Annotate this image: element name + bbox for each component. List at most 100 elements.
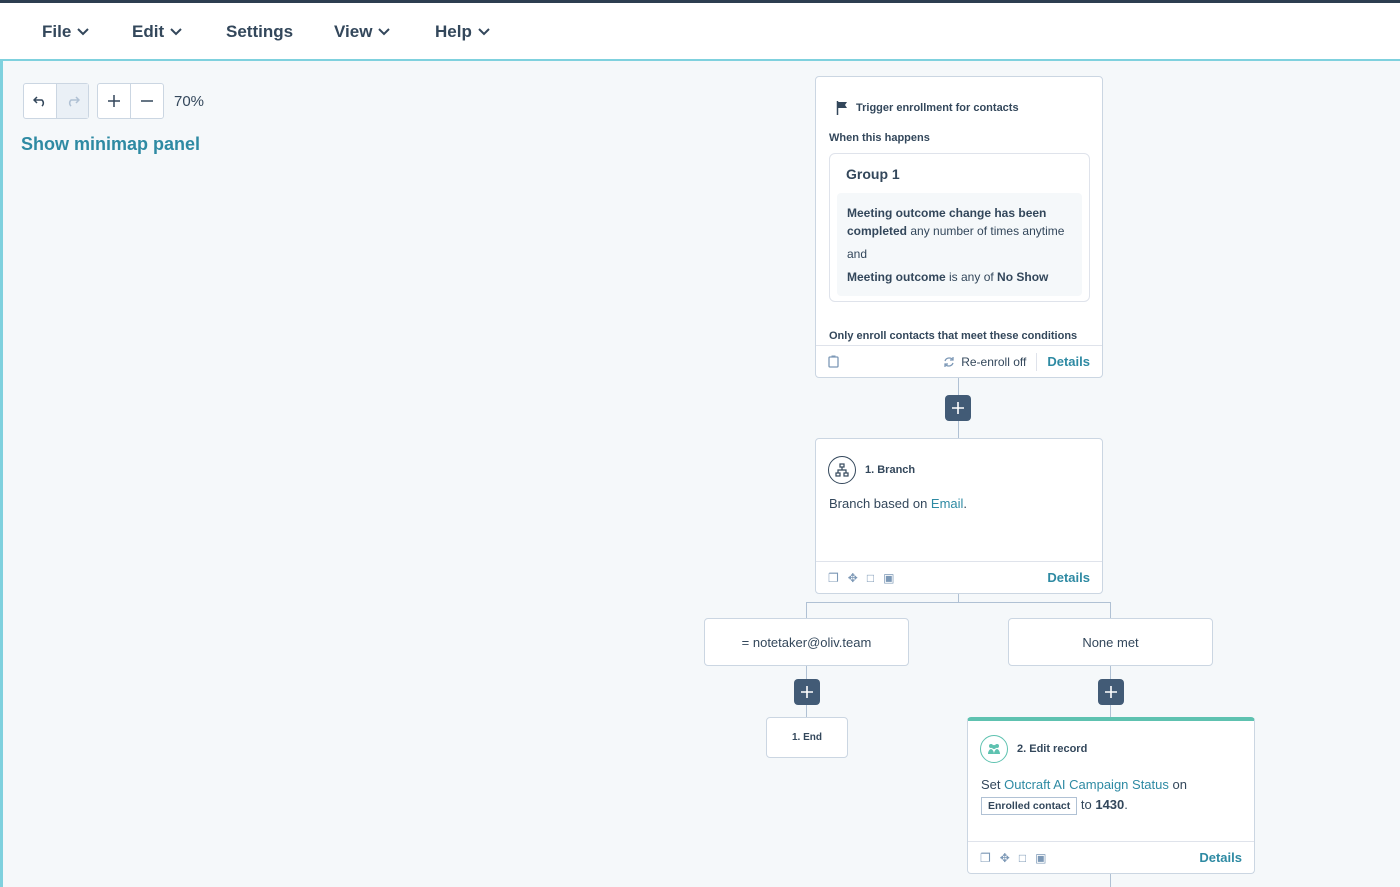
add-action-button[interactable]: [945, 395, 971, 421]
branch-footer: ❐ ✥ □ ▣ Details: [816, 561, 1102, 593]
show-minimap-link[interactable]: Show minimap panel: [21, 134, 200, 155]
period-text: .: [1124, 797, 1128, 812]
chevron-down-icon: [77, 28, 90, 36]
zoom-out-button[interactable]: [130, 84, 162, 118]
branch-icon: [828, 456, 856, 484]
menu-bar: File Edit Settings View Help: [0, 3, 1400, 61]
property-link[interactable]: Outcraft AI Campaign Status: [1004, 777, 1169, 792]
add-action-left-button[interactable]: [794, 679, 820, 705]
chevron-down-icon: [170, 28, 182, 36]
reenroll-status[interactable]: Re-enroll off: [943, 355, 1026, 369]
menu-help[interactable]: Help: [435, 22, 490, 42]
set-word: Set: [981, 777, 1005, 792]
menu-help-label: Help: [435, 22, 472, 41]
trigger-footer: Re-enroll off Details: [816, 345, 1102, 377]
condition-1: Meeting outcome change has been complete…: [847, 204, 1072, 240]
trigger-header: Trigger enrollment for contacts: [836, 101, 1019, 115]
end-node-label: 1. End: [791, 732, 822, 743]
branch-outcome-right[interactable]: None met: [1008, 618, 1213, 666]
enrolled-contact-chip: Enrolled contact: [981, 797, 1078, 815]
reenroll-label: Re-enroll off: [961, 354, 1027, 369]
branch-glyph: [835, 463, 849, 477]
minus-icon: [140, 100, 153, 102]
plus-icon: [1105, 686, 1117, 698]
branch-text-suffix: .: [963, 496, 968, 511]
people-glyph: [988, 744, 1000, 754]
edit-record-action-icons: ❐ ✥ □ ▣: [980, 851, 1046, 865]
menu-file[interactable]: File: [42, 22, 90, 42]
edit-record-details-link[interactable]: Details: [1199, 850, 1242, 865]
clipboard-icon[interactable]: [828, 355, 839, 368]
add-action-right-button[interactable]: [1098, 679, 1124, 705]
zoom-controls: [97, 83, 164, 119]
and-label: and: [847, 247, 868, 261]
edit-record-title: 2. Edit record: [1017, 743, 1088, 755]
plus-icon: [952, 402, 964, 414]
move-icon[interactable]: ✥: [1000, 851, 1010, 865]
branch-header: 1. Branch: [828, 456, 915, 484]
condition-2-value: No Show: [997, 270, 1049, 284]
workflow-canvas[interactable]: 70% Show minimap panel Trigger enrollmen…: [0, 61, 1400, 887]
redo-icon: [68, 96, 80, 107]
zoom-in-button[interactable]: [98, 84, 130, 118]
menu-settings[interactable]: Settings: [226, 22, 293, 42]
condition-2: Meeting outcome is any of No Show: [847, 268, 1072, 286]
move-icon[interactable]: ✥: [848, 571, 858, 585]
group-box: Group 1 Meeting outcome change has been …: [829, 153, 1090, 302]
branch-outcome-left-label: = notetaker@oliv.team: [741, 634, 872, 650]
connector-line: [1110, 602, 1111, 618]
trash-icon[interactable]: ▣: [1035, 851, 1046, 865]
plus-icon: [801, 686, 813, 698]
redo-button[interactable]: [56, 84, 88, 118]
menu-settings-label: Settings: [226, 22, 294, 41]
history-controls: [23, 83, 89, 119]
branch-card[interactable]: 1. Branch Branch based on Email. ❐ ✥ □ ▣…: [815, 438, 1103, 594]
end-node[interactable]: 1. End: [766, 717, 848, 758]
flag-icon: [836, 101, 847, 115]
menu-edit[interactable]: Edit: [132, 22, 182, 42]
connector-line: [958, 594, 959, 602]
branch-description: Branch based on Email.: [829, 496, 967, 511]
undo-button[interactable]: [24, 84, 56, 118]
condition-1-rest: any number of times anytime: [907, 224, 1065, 238]
contacts-icon: [980, 735, 1008, 763]
edit-record-card[interactable]: 2. Edit record Set Outcraft AI Campaign …: [967, 717, 1255, 874]
trigger-card[interactable]: Trigger enrollment for contacts When thi…: [815, 76, 1103, 378]
branch-details-link[interactable]: Details: [1047, 570, 1090, 585]
on-word: on: [1168, 777, 1187, 792]
undo-icon: [33, 96, 45, 107]
footer-divider: [1036, 352, 1038, 371]
trigger-details-link[interactable]: Details: [1047, 354, 1090, 369]
branch-outcome-right-label: None met: [1082, 634, 1139, 650]
branch-outcome-left[interactable]: = notetaker@oliv.team: [704, 618, 909, 666]
clipboard-icon[interactable]: □: [1019, 851, 1026, 865]
branch-action-icons: ❐ ✥ □ ▣: [828, 571, 894, 585]
group-title: Group 1: [846, 166, 900, 182]
trigger-title: Trigger enrollment for contacts: [856, 102, 1019, 114]
connector-line: [1110, 874, 1111, 887]
only-enroll-label: Only enroll contacts that meet these con…: [829, 330, 1078, 342]
copy-icon[interactable]: ❐: [980, 851, 991, 865]
branch-text-prefix: Branch based on: [829, 496, 931, 511]
menu-view-label: View: [334, 22, 373, 41]
clipboard-icon[interactable]: □: [867, 571, 874, 585]
condition-2-bold: Meeting outcome: [847, 270, 946, 284]
when-label: When this happens: [829, 132, 930, 144]
edit-record-description: Set Outcraft AI Campaign Status on Enrol…: [981, 775, 1241, 815]
condition-2-mid: is any of: [945, 270, 998, 284]
to-word: to: [1077, 797, 1096, 812]
branch-email-link[interactable]: Email: [931, 496, 964, 511]
copy-icon[interactable]: ❐: [828, 571, 839, 585]
menu-file-label: File: [42, 22, 72, 41]
chevron-down-icon: [378, 28, 391, 36]
connector-line: [806, 602, 1111, 603]
value-text: 1430: [1095, 797, 1125, 812]
connector-line: [806, 602, 807, 618]
refresh-icon: [944, 356, 954, 367]
branch-title: 1. Branch: [865, 464, 916, 476]
edit-record-header: 2. Edit record: [980, 735, 1087, 763]
menu-edit-label: Edit: [132, 22, 165, 41]
trash-icon[interactable]: ▣: [883, 571, 894, 585]
edit-record-footer: ❐ ✥ □ ▣ Details: [968, 841, 1254, 873]
menu-view[interactable]: View: [334, 22, 391, 42]
